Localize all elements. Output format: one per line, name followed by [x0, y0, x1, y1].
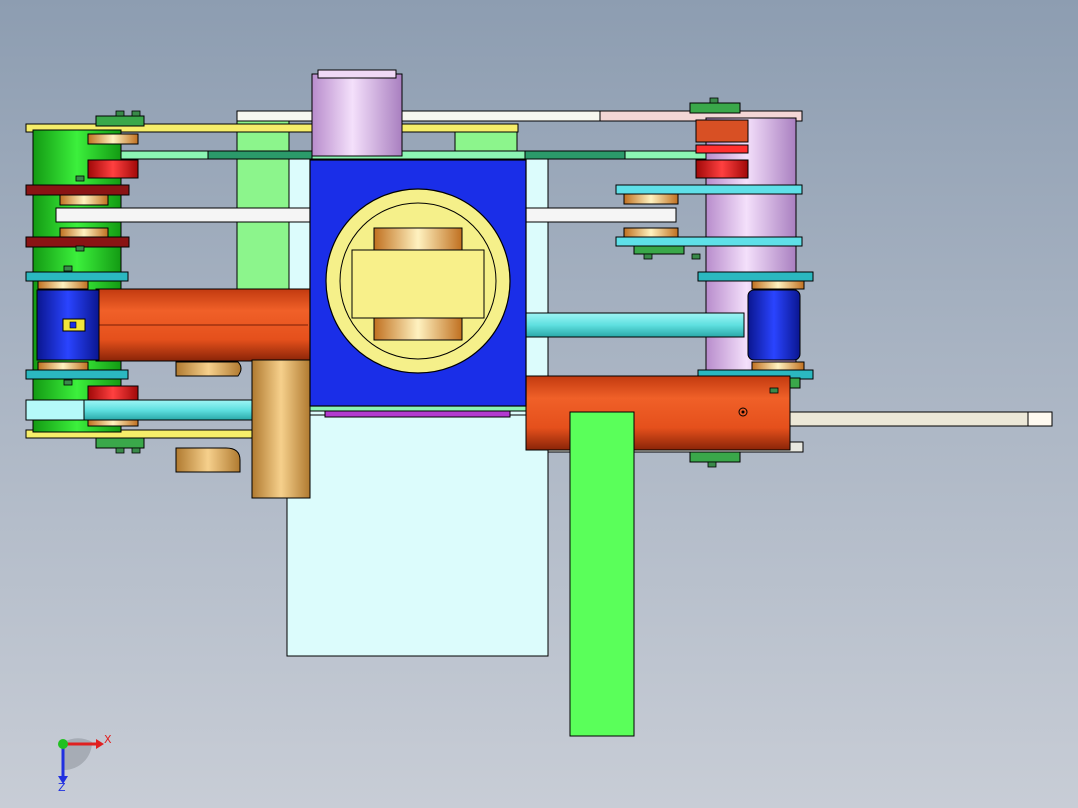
right-bearing-4[interactable] [751, 361, 805, 371]
right-washer-top[interactable] [689, 102, 741, 114]
left-plate-teal-2[interactable] [25, 369, 129, 380]
axis-triad[interactable] [58, 738, 104, 784]
pointer-rod-tip[interactable] [1027, 411, 1053, 427]
tan-link-bottom[interactable] [175, 447, 241, 473]
right-shaft-white[interactable] [525, 207, 677, 223]
left-cyan-rod-cap[interactable] [25, 399, 85, 421]
left-plate-teal-1[interactable] [25, 271, 129, 282]
right-orange-cylinder[interactable] [525, 375, 791, 451]
tan-link-top[interactable] [175, 361, 242, 377]
right-cyan-rod[interactable] [525, 312, 745, 338]
right-gear-3[interactable] [695, 159, 749, 179]
right-bearing-3[interactable] [751, 280, 805, 290]
x-axis-arrow [96, 739, 104, 749]
tan-hub[interactable] [251, 359, 311, 499]
z-axis-label: Z [58, 781, 66, 794]
right-bearing-1[interactable] [623, 193, 679, 205]
left-bearing-4[interactable] [37, 361, 89, 371]
rail-green-dark-1[interactable] [207, 150, 313, 160]
rail-green-dark-2[interactable] [524, 150, 626, 160]
right-gear-1[interactable] [695, 119, 749, 143]
left-gear-1[interactable] [87, 133, 139, 145]
y-axis-dot [58, 739, 68, 749]
x-axis-label: X [104, 733, 112, 746]
left-gear-2[interactable] [87, 159, 139, 179]
assembly-model[interactable] [0, 0, 1078, 808]
right-plate-teal-1[interactable] [697, 271, 814, 282]
side-panel-left[interactable] [236, 119, 290, 291]
left-washer-bottom[interactable] [95, 437, 145, 449]
right-plate-cyan-2[interactable] [615, 236, 803, 247]
inner-bearing-bottom[interactable] [373, 317, 463, 341]
left-plate-dark-red-1[interactable] [25, 184, 130, 196]
pointer-rod[interactable] [779, 411, 1053, 427]
right-plate-cyan-1[interactable] [615, 184, 803, 195]
left-shaft-white[interactable] [55, 207, 311, 223]
left-bearing-1[interactable] [59, 194, 109, 206]
rail-green-band[interactable] [79, 150, 757, 160]
purple-strip[interactable] [324, 410, 511, 418]
right-washer-mid[interactable] [633, 245, 685, 255]
right-gear-2[interactable] [695, 144, 749, 154]
right-blue-cylinder[interactable] [747, 289, 801, 361]
left-bearing-3[interactable] [37, 280, 89, 290]
top-shaft-cylinder[interactable] [311, 73, 403, 157]
right-washer-lower[interactable] [689, 451, 741, 463]
cad-viewport[interactable]: X Z [0, 0, 1078, 808]
top-shaft-cap[interactable] [317, 69, 397, 79]
base-plate[interactable] [286, 411, 549, 657]
left-plate-dark-red-2[interactable] [25, 236, 130, 248]
left-washer-top[interactable] [95, 115, 145, 127]
inner-bearing-top[interactable] [373, 227, 463, 251]
inner-shaft-face[interactable] [351, 249, 485, 319]
